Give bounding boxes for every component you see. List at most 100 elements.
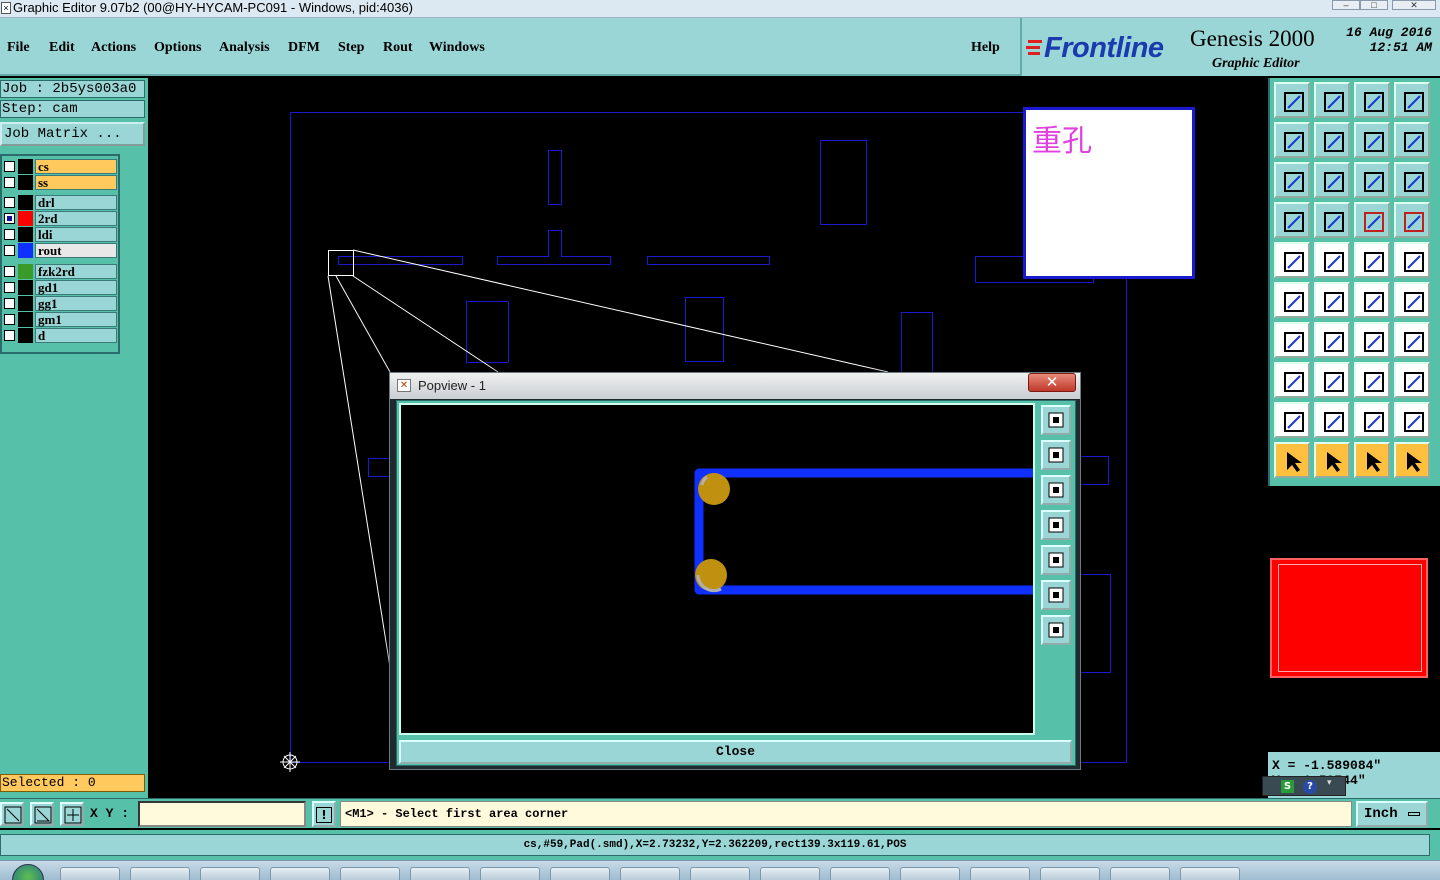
grid-snap-icon[interactable] (60, 802, 84, 826)
layer-name[interactable]: ldi (35, 227, 117, 242)
pan-right-icon[interactable] (1041, 545, 1071, 575)
layer-name[interactable]: drl (35, 195, 117, 210)
tool-link-icon[interactable] (1354, 282, 1390, 318)
pan-up-icon[interactable] (1041, 440, 1071, 470)
menu-windows[interactable]: Windows (429, 40, 485, 56)
layer-color-swatch[interactable] (18, 280, 33, 295)
layer-color-swatch[interactable] (18, 195, 33, 210)
taskbar-item[interactable] (620, 867, 680, 880)
taskbar-item[interactable] (1110, 867, 1170, 880)
menu-step[interactable]: Step (338, 40, 364, 56)
taskbar-item[interactable] (830, 867, 890, 880)
taskbar-item[interactable] (900, 867, 960, 880)
xy-input[interactable] (138, 801, 306, 827)
layer-checkbox[interactable] (4, 161, 15, 172)
tool-help-icon[interactable] (1394, 162, 1430, 198)
taskbar-item[interactable] (690, 867, 750, 880)
tool-slash-icon[interactable] (1314, 322, 1350, 358)
layer-name[interactable]: fzk2rd (35, 264, 117, 279)
tool-peak-icon[interactable] (1314, 402, 1350, 438)
tool-triangle-icon[interactable] (1274, 402, 1310, 438)
layer-checkbox[interactable] (4, 314, 15, 325)
tool-net-icon[interactable] (1354, 202, 1390, 238)
taskbar-item[interactable] (410, 867, 470, 880)
taskbar-item[interactable] (60, 867, 120, 880)
tool-pad-icon[interactable] (1274, 242, 1310, 278)
tool-fill-icon[interactable] (1314, 242, 1350, 278)
layer-name[interactable]: gm1 (35, 312, 117, 327)
menu-actions[interactable]: Actions (91, 40, 136, 56)
overview-window[interactable] (1268, 486, 1440, 752)
taskbar-item[interactable] (1040, 867, 1100, 880)
pan-down-icon[interactable] (1041, 475, 1071, 505)
menu-options[interactable]: Options (154, 40, 201, 56)
tool-save-icon[interactable] (1314, 82, 1350, 118)
taskbar-item[interactable] (130, 867, 190, 880)
start-button-icon[interactable] (12, 864, 44, 880)
popview-close-button[interactable]: Close (399, 740, 1072, 764)
tool-center-icon[interactable] (1314, 162, 1350, 198)
tool-path-icon[interactable] (1394, 442, 1430, 478)
ime-s-icon[interactable]: S (1281, 780, 1294, 793)
layer-color-swatch[interactable] (18, 328, 33, 343)
job-matrix-button[interactable]: Job Matrix ... (0, 122, 145, 146)
menu-analysis[interactable]: Analysis (219, 40, 270, 56)
tool-arc-icon[interactable] (1394, 282, 1430, 318)
layer-row-cs[interactable]: cs (2, 159, 118, 174)
layer-row-ss[interactable]: ss (2, 175, 118, 190)
tool-group-icon[interactable] (1394, 362, 1430, 398)
layer-row-d[interactable]: d (2, 328, 118, 343)
tool-line-icon[interactable] (1274, 322, 1310, 358)
tool-trim-icon[interactable] (1314, 362, 1350, 398)
layer-name[interactable]: rout (35, 243, 117, 258)
snap-cursor-icon[interactable] (0, 802, 24, 826)
taskbar-item[interactable] (480, 867, 540, 880)
layer-row-drl[interactable]: drl (2, 195, 118, 210)
popview-viewport[interactable] (399, 403, 1035, 735)
tool-flip-icon[interactable] (1354, 122, 1390, 158)
layer-checkbox[interactable] (4, 298, 15, 309)
layer-row-2rd[interactable]: 2rd (2, 211, 118, 226)
tool-left-icon[interactable] (1274, 122, 1310, 158)
close-window-button[interactable]: ✕ (1392, 0, 1436, 10)
tool-vertex-icon[interactable] (1274, 362, 1310, 398)
layer-row-gm1[interactable]: gm1 (2, 312, 118, 327)
tool-text-icon[interactable] (1354, 402, 1390, 438)
tool-grid-icon[interactable] (1314, 202, 1350, 238)
layer-color-swatch[interactable] (18, 175, 33, 190)
taskbar-item[interactable] (970, 867, 1030, 880)
tool-pick-icon[interactable] (1314, 442, 1350, 478)
tool-fit-icon[interactable] (1274, 162, 1310, 198)
maximize-button[interactable]: □ (1360, 0, 1388, 10)
zoom-out-icon[interactable] (1041, 615, 1071, 645)
tool-settings-icon[interactable] (1274, 202, 1310, 238)
layer-row-ldi[interactable]: ldi (2, 227, 118, 242)
tool-snake-icon[interactable] (1394, 122, 1430, 158)
exclamation-button[interactable]: ! (312, 801, 336, 827)
layer-checkbox[interactable] (4, 282, 15, 293)
zoom-window-icon[interactable] (1041, 405, 1071, 435)
layer-color-swatch[interactable] (18, 211, 33, 226)
tool-cross-icon[interactable] (1314, 282, 1350, 318)
layer-checkbox[interactable] (4, 330, 15, 341)
help-question-icon[interactable]: ? (1303, 780, 1317, 794)
tool-ruler-icon[interactable] (1354, 242, 1390, 278)
tool-right-icon[interactable] (1314, 122, 1350, 158)
layer-name[interactable]: ss (35, 175, 117, 190)
layer-row-gg1[interactable]: gg1 (2, 296, 118, 311)
tool-split-icon[interactable] (1394, 322, 1430, 358)
tool-edit-icon[interactable] (1354, 442, 1390, 478)
layer-color-swatch[interactable] (18, 159, 33, 174)
tool-polygon-icon[interactable] (1394, 402, 1430, 438)
layer-checkbox[interactable] (4, 177, 15, 188)
pan-left-icon[interactable] (1041, 510, 1071, 540)
tool-measure-icon[interactable] (1354, 362, 1390, 398)
layer-checkbox[interactable] (4, 266, 15, 277)
tool-open-icon[interactable] (1274, 82, 1310, 118)
menu-rout[interactable]: Rout (383, 40, 413, 56)
layer-row-gd1[interactable]: gd1 (2, 280, 118, 295)
menu-dfm[interactable]: DFM (288, 40, 320, 56)
zoom-in-icon[interactable] (1041, 580, 1071, 610)
tool-route-icon[interactable] (1394, 202, 1430, 238)
layer-row-rout[interactable]: rout (2, 243, 118, 258)
